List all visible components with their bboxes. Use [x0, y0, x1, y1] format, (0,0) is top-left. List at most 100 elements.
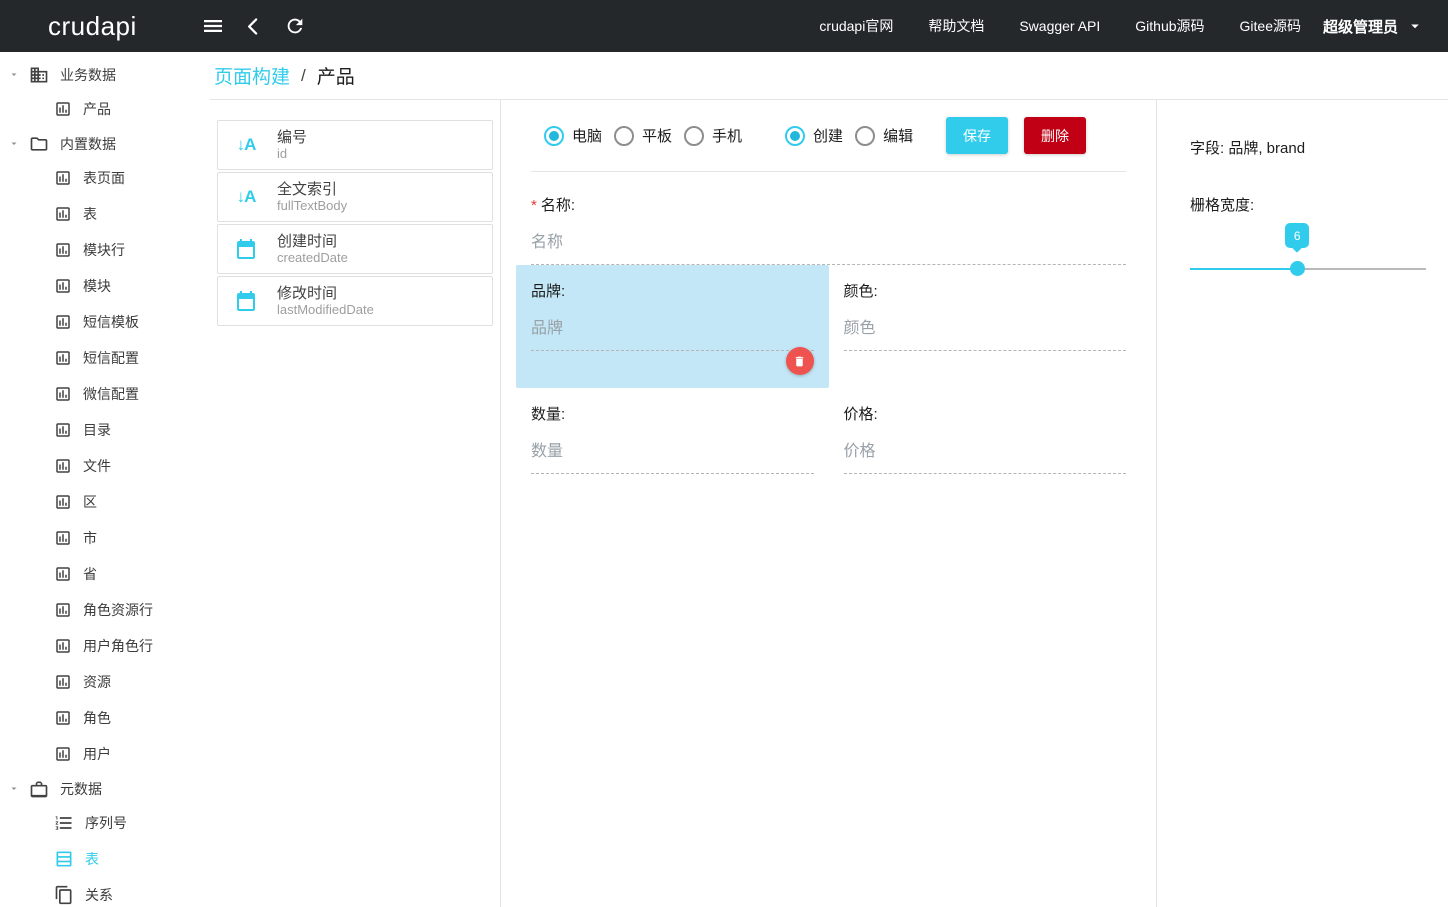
sidebar-item-label: 产品	[83, 99, 111, 119]
widget-card[interactable]: ↓A全文索引fullTextBody	[217, 172, 493, 222]
grid-width-slider[interactable]: 6	[1190, 261, 1426, 276]
expand-arrow-icon[interactable]	[8, 783, 20, 795]
radio-icon[interactable]	[785, 126, 805, 146]
sort-alpha-icon: ↓A	[231, 130, 261, 160]
field-input[interactable]: 数量	[531, 437, 814, 474]
sidebar-item[interactable]: 角色资源行	[0, 592, 210, 628]
field-input[interactable]: 颜色	[844, 314, 1127, 351]
sidebar-item[interactable]: 资源	[0, 664, 210, 700]
sidebar-item-label: 模块行	[83, 240, 125, 260]
field-label: 数量:	[531, 403, 814, 424]
bar-chart-icon	[54, 385, 72, 403]
sidebar-item[interactable]: 表	[0, 196, 210, 232]
sidebar-item[interactable]: 短信配置	[0, 340, 210, 376]
nav-link[interactable]: Gitee源码	[1240, 16, 1301, 36]
form-field[interactable]: 品牌: 品牌	[516, 265, 829, 388]
user-menu[interactable]: 超级管理员	[1323, 16, 1424, 37]
delete-field-button[interactable]	[786, 347, 814, 375]
sidebar-item[interactable]: 关系	[0, 877, 210, 907]
save-button[interactable]: 保存	[946, 117, 1008, 154]
breadcrumb: 页面构建 / 产品	[210, 52, 1448, 100]
field-input[interactable]: 名称	[531, 228, 1126, 265]
field-label: *名称:	[531, 194, 1126, 215]
bar-chart-icon	[54, 100, 72, 118]
sidebar-item-label: 角色	[83, 708, 111, 728]
field-label: 颜色:	[844, 280, 1127, 301]
back-icon[interactable]	[242, 14, 266, 38]
radio-option[interactable]: 手机	[684, 125, 742, 146]
widget-subtitle: createdDate	[277, 250, 348, 266]
slider-thumb[interactable]	[1290, 261, 1305, 276]
sidebar-item[interactable]: 序列号	[0, 805, 210, 841]
sidebar-item-label: 微信配置	[83, 384, 139, 404]
required-mark: *	[531, 197, 537, 214]
building-icon	[29, 65, 49, 85]
sidebar-item[interactable]: 区	[0, 484, 210, 520]
field-label: 品牌:	[531, 280, 814, 301]
field-input[interactable]: 价格	[844, 437, 1127, 474]
sidebar-item[interactable]: 表	[0, 841, 210, 877]
slider-value-badge: 6	[1285, 223, 1309, 248]
widget-card[interactable]: 修改时间lastModifiedDate	[217, 276, 493, 326]
radio-icon[interactable]	[544, 126, 564, 146]
sidebar-item[interactable]: 模块	[0, 268, 210, 304]
bar-chart-icon	[54, 169, 72, 187]
sidebar-item[interactable]: 角色	[0, 700, 210, 736]
form-field[interactable]: 价格:价格	[829, 388, 1142, 474]
sidebar-item[interactable]: 目录	[0, 412, 210, 448]
widget-card[interactable]: ↓A编号id	[217, 120, 493, 170]
expand-arrow-icon[interactable]	[8, 69, 20, 81]
sidebar-tree: 业务数据产品内置数据表页面表模块行模块短信模板短信配置微信配置目录文件区市省角色…	[0, 58, 210, 907]
nav-link[interactable]: crudapi官网	[819, 16, 893, 36]
nav-link[interactable]: 帮助文档	[928, 16, 984, 36]
radio-icon[interactable]	[614, 126, 634, 146]
breadcrumb-link[interactable]: 页面构建	[214, 62, 290, 89]
sidebar-item-label: 省	[83, 564, 97, 584]
nav-link[interactable]: Github源码	[1135, 16, 1204, 36]
bar-chart-icon	[54, 709, 72, 727]
radio-label: 创建	[813, 125, 843, 146]
sidebar-item[interactable]: 产品	[0, 91, 210, 127]
form-field[interactable]: *名称: 名称	[516, 179, 1141, 265]
menu-icon[interactable]	[201, 14, 225, 38]
widget-card[interactable]: 创建时间createdDate	[217, 224, 493, 274]
sidebar-item[interactable]: 微信配置	[0, 376, 210, 412]
sidebar-item[interactable]: 市	[0, 520, 210, 556]
sidebar-item[interactable]: 省	[0, 556, 210, 592]
form-toolbar: 电脑 平板手机 创建编辑 保存 删除	[501, 100, 1156, 171]
sidebar-group[interactable]: 元数据	[0, 772, 210, 805]
sidebar-item-label: 短信模板	[83, 312, 139, 332]
nav-link[interactable]: Swagger API	[1019, 18, 1100, 34]
sidebar-item-label: 表	[83, 204, 97, 224]
bar-chart-icon	[54, 349, 72, 367]
radio-icon[interactable]	[855, 126, 875, 146]
sidebar-item[interactable]: 表页面	[0, 160, 210, 196]
sidebar: 业务数据产品内置数据表页面表模块行模块短信模板短信配置微信配置目录文件区市省角色…	[0, 52, 210, 907]
radio-option[interactable]: 编辑	[855, 125, 913, 146]
main-area: 页面构建 / 产品 ↓A编号id↓A全文索引fullTextBody创建时间cr…	[210, 52, 1448, 907]
radio-label: 平板	[642, 125, 672, 146]
sidebar-item-label: 市	[83, 528, 97, 548]
sidebar-group[interactable]: 内置数据	[0, 127, 210, 160]
radio-option[interactable]: 平板	[614, 125, 672, 146]
sidebar-item[interactable]: 模块行	[0, 232, 210, 268]
sidebar-item[interactable]: 用户角色行	[0, 628, 210, 664]
delete-button[interactable]: 删除	[1024, 117, 1086, 154]
folder-icon	[29, 134, 49, 154]
sidebar-group[interactable]: 业务数据	[0, 58, 210, 91]
expand-arrow-icon[interactable]	[8, 138, 20, 150]
sidebar-item[interactable]: 用户	[0, 736, 210, 772]
sidebar-item[interactable]: 短信模板	[0, 304, 210, 340]
app-header: crudapi crudapi官网帮助文档Swagger APIGithub源码…	[0, 0, 1448, 52]
radio-option[interactable]: 创建	[785, 125, 843, 146]
briefcase-icon	[29, 779, 49, 799]
sidebar-item[interactable]: 文件	[0, 448, 210, 484]
refresh-icon[interactable]	[283, 14, 307, 38]
numbered-list-icon	[54, 813, 74, 833]
field-input[interactable]: 品牌	[531, 314, 814, 351]
form-field[interactable]: 数量: 数量	[516, 388, 829, 474]
radio-icon[interactable]	[684, 126, 704, 146]
bar-chart-icon	[54, 313, 72, 331]
form-field[interactable]: 颜色: 颜色	[829, 265, 1142, 351]
radio-option[interactable]: 电脑	[544, 125, 602, 146]
